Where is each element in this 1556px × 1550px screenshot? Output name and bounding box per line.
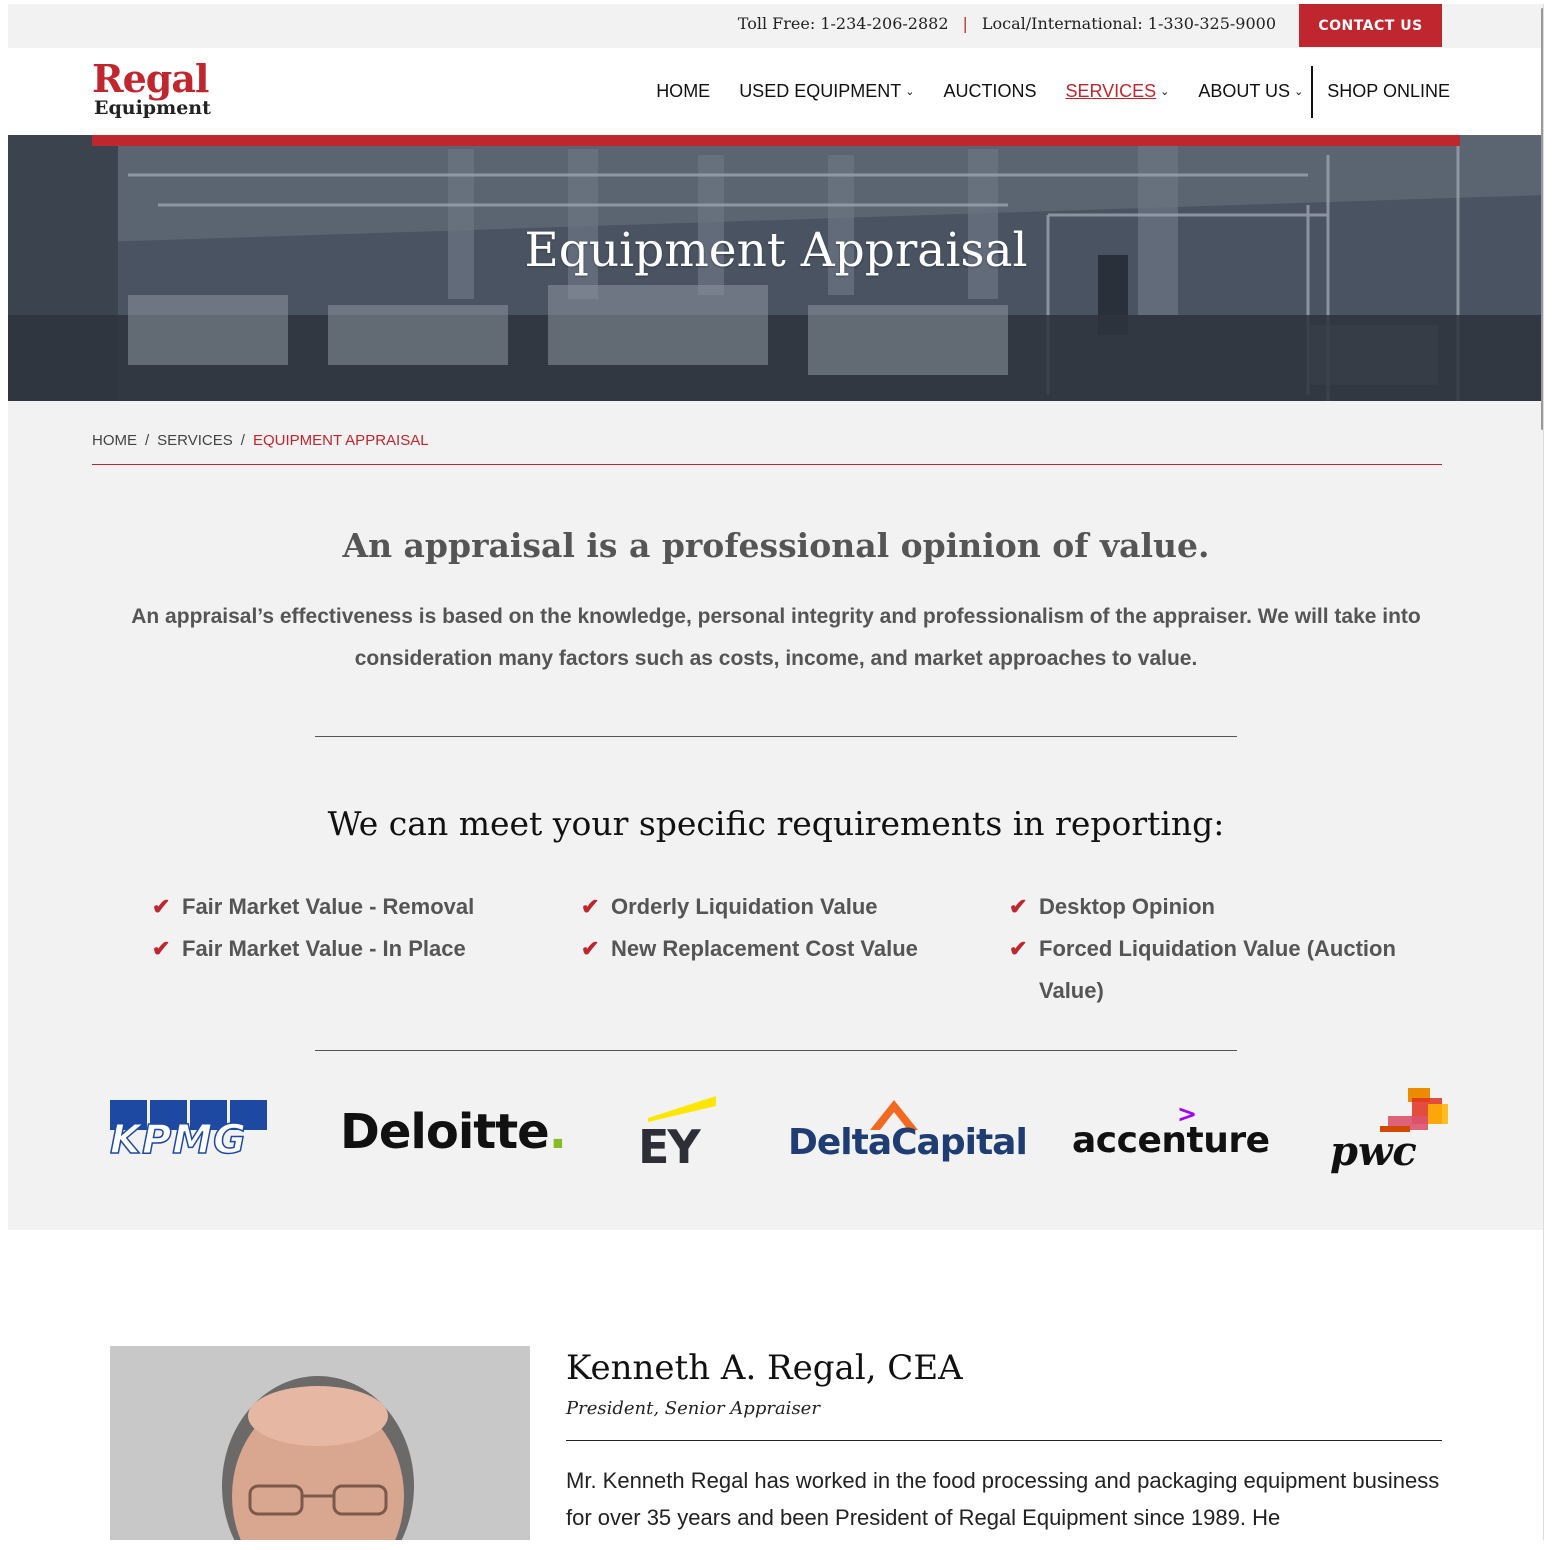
nav-about-us[interactable]: ABOUT US ⌄ <box>1198 81 1303 102</box>
breadcrumb-home[interactable]: HOME <box>92 432 137 449</box>
ey-logo: EY <box>636 1092 726 1182</box>
breadcrumb-divider <box>92 464 1442 465</box>
nav-shop-online[interactable]: SHOP ONLINE <box>1327 81 1450 102</box>
chevron-down-icon: ⌄ <box>905 86 915 98</box>
list-item: ✔ Desktop Opinion <box>1009 886 1429 928</box>
check-icon: ✔ <box>1009 936 1028 961</box>
list-item-label: Desktop Opinion <box>1039 894 1215 919</box>
nav-divider <box>1311 65 1314 118</box>
check-icon: ✔ <box>581 936 600 961</box>
breadcrumb-services[interactable]: SERVICES <box>157 432 233 449</box>
client-logos: KPMG Deloitte. EY DeltaCapital > accentu… <box>8 1084 1543 1184</box>
logo-line1: Regal <box>92 56 209 101</box>
hero-title: Equipment Appraisal <box>524 223 1028 278</box>
list-item: ✔ New Replacement Cost Value <box>581 928 991 970</box>
logo[interactable]: Regal Equipment <box>92 60 232 124</box>
scrollbar[interactable] <box>1541 8 1543 430</box>
top-bar: Toll Free: 1-234-206-2882 | Local/Internat… <box>8 4 1543 48</box>
nav-used-equipment[interactable]: USED EQUIPMENT ⌄ <box>739 81 914 102</box>
main-nav: HOME USED EQUIPMENT ⌄ AUCTIONS SERVICES ⌄ … <box>627 48 1450 135</box>
list-item-label: Forced Liquidation Value (Auction Value) <box>1039 936 1396 1003</box>
page: Toll Free: 1-234-206-2882 | Local/Internat… <box>8 4 1544 1540</box>
team-section: Kenneth A. Regal, CEA President, Senior … <box>8 1230 1543 1540</box>
reporting-column-2: ✔ Orderly Liquidation Value ✔ New Replacem… <box>581 886 991 970</box>
list-item-label: Fair Market Value - Removal <box>182 894 475 919</box>
nav-label: ABOUT US <box>1198 81 1291 101</box>
section-divider <box>315 1050 1237 1051</box>
breadcrumb-current: EQUIPMENT APPRAISAL <box>252 432 429 449</box>
toll-free-number[interactable]: Toll Free: 1-234-206-2882 <box>738 14 949 33</box>
bio-text: Mr. Kenneth Regal has worked in the food… <box>566 1468 1440 1530</box>
section-divider <box>315 736 1237 737</box>
phone-numbers: Toll Free: 1-234-206-2882 | Local/Internat… <box>738 14 1276 33</box>
kpmg-text: KPMG <box>109 1117 247 1163</box>
local-number[interactable]: Local/International: 1-330-325-9000 <box>982 14 1276 33</box>
bio-name: Kenneth A. Regal, CEA <box>566 1348 963 1388</box>
nav-label: AUCTIONS <box>943 81 1037 101</box>
site-header: Regal Equipment HOME USED EQUIPMENT ⌄ AUC… <box>8 48 1543 135</box>
portrait-photo <box>110 1346 530 1540</box>
reporting-column-1: ✔ Fair Market Value - Removal ✔ Fair Marke… <box>152 886 562 970</box>
header-accent-bar <box>92 135 1460 146</box>
deloitte-dot: . <box>548 1104 567 1160</box>
breadcrumb: HOME / SERVICES / EQUIPMENT APPRAISAL <box>92 432 429 449</box>
list-item: ✔ Orderly Liquidation Value <box>581 886 991 928</box>
reporting-heading: We can meet your specific requirements i… <box>327 804 1225 843</box>
page-heading: An appraisal is a professional opinion o… <box>342 526 1210 565</box>
separator: | <box>962 14 968 33</box>
nav-home[interactable]: HOME <box>656 81 710 102</box>
check-icon: ✔ <box>152 936 171 961</box>
nav-auctions[interactable]: AUCTIONS <box>943 81 1036 102</box>
ey-text: EY <box>638 1120 701 1174</box>
bio-role: President, Senior Appraiser <box>566 1398 820 1419</box>
list-item-label: Fair Market Value - In Place <box>182 936 466 961</box>
check-icon: ✔ <box>152 894 171 919</box>
chevron-down-icon: ⌄ <box>1160 86 1170 98</box>
nav-services[interactable]: SERVICES ⌄ <box>1065 81 1169 102</box>
nav-label: USED EQUIPMENT <box>739 81 902 101</box>
pwc-text: pwc <box>1330 1128 1417 1175</box>
bio-divider <box>566 1440 1442 1441</box>
list-item-label: Orderly Liquidation Value <box>611 894 878 919</box>
list-item: ✔ Forced Liquidation Value (Auction Value… <box>1009 928 1429 1012</box>
deloitte-text: Deloitte <box>340 1104 550 1160</box>
breadcrumb-separator: / <box>145 432 150 449</box>
accenture-logo: > accenture <box>1072 1100 1270 1170</box>
breadcrumb-separator: / <box>240 432 245 449</box>
pwc-logo: pwc <box>1328 1088 1448 1184</box>
kpmg-logo: KPMG <box>109 1100 268 1163</box>
nav-label: HOME <box>656 81 711 101</box>
ey-beam-icon <box>648 1096 716 1122</box>
nav-label: SERVICES <box>1065 81 1157 101</box>
logo-line2: Equipment <box>94 97 211 119</box>
chevron-down-icon: ⌄ <box>1294 86 1304 98</box>
reporting-column-3: ✔ Desktop Opinion ✔ Forced Liquidation Val… <box>1009 886 1429 1012</box>
contact-us-button[interactable]: CONTACT US <box>1299 4 1442 47</box>
portrait-image <box>110 1346 530 1540</box>
hero-banner: Equipment Appraisal <box>8 135 1543 401</box>
accenture-text: accenture <box>1072 1120 1270 1161</box>
deltacapital-text: DeltaCapital <box>788 1122 1028 1163</box>
deltacapital-logo: DeltaCapital <box>788 1096 1028 1176</box>
check-icon: ✔ <box>581 894 600 919</box>
check-icon: ✔ <box>1009 894 1028 919</box>
deloitte-logo: Deloitte. <box>340 1104 567 1160</box>
list-item-label: New Replacement Cost Value <box>611 936 918 961</box>
intro-paragraph: An appraisal’s effectiveness is based on… <box>131 605 1421 670</box>
nav-label: SHOP ONLINE <box>1327 81 1450 101</box>
list-item: ✔ Fair Market Value - Removal <box>152 886 562 928</box>
list-item: ✔ Fair Market Value - In Place <box>152 928 562 970</box>
